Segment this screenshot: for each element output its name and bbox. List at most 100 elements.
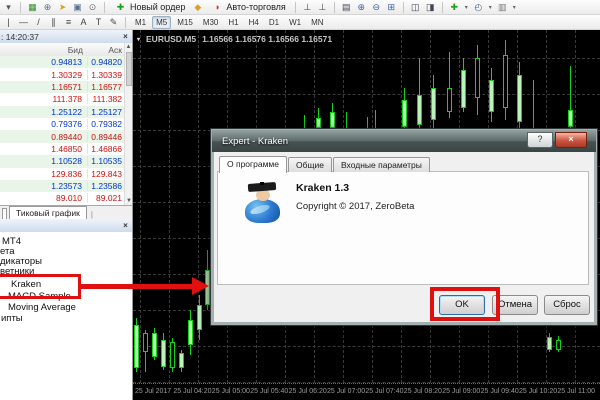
timeframe-d1[interactable]: D1 (265, 16, 283, 29)
channel-icon[interactable]: ∥ (47, 16, 60, 28)
new-order-button[interactable]: ✚Новый ордер (110, 1, 189, 14)
quote-row[interactable]: 89.01089.021 (0, 192, 124, 204)
candle-body (417, 95, 422, 125)
time-axis-label: 25 Jul 07:40 (365, 388, 403, 395)
chart-shift-icon[interactable]: ◫ (409, 1, 422, 13)
drawing-timeframe-toolbar: |—/∥≡AT✎ M1M5M15M30H1H4D1W1MN (0, 15, 600, 30)
horizontal-line-icon[interactable]: — (17, 16, 30, 28)
tab-о-программе[interactable]: О программе (219, 156, 287, 173)
quote-row[interactable]: 1.251221.25127 (0, 106, 124, 118)
shapes-dropdown-icon[interactable]: ✎ (107, 16, 120, 28)
trendline-icon[interactable]: / (32, 16, 45, 28)
toolbar-separator (104, 2, 105, 13)
bid-column-header[interactable]: Бид (0, 45, 88, 55)
product-name: Kraken 1.3 (296, 182, 349, 194)
scrollbar-thumb[interactable] (126, 52, 132, 86)
text-label-icon[interactable]: T (92, 16, 105, 28)
toolbar-separator (125, 17, 126, 28)
indicators-dropdown[interactable]: ✚ (448, 1, 461, 13)
timeframe-m5[interactable]: M5 (152, 16, 171, 29)
auto-scroll-icon[interactable]: ◨ (424, 1, 437, 13)
ask-column-header[interactable]: Аск (88, 45, 124, 55)
quote-row[interactable]: 1.235731.23586 (0, 180, 124, 192)
grid-line (133, 94, 600, 95)
barchart-icon[interactable]: ▤ (340, 1, 353, 13)
candle-body (170, 342, 175, 368)
tab-общие[interactable]: Общие (288, 157, 332, 172)
cursor-icon[interactable]: ➤ (56, 1, 69, 13)
candle-body (475, 58, 480, 98)
bid-value: 1.16571 (0, 82, 88, 92)
timeframe-m15[interactable]: M15 (173, 16, 197, 29)
chart-symbol-period: EURUSD.M5 (146, 34, 196, 44)
quote-row[interactable]: 0.948130.94820 (0, 56, 124, 68)
new-chart-icon[interactable]: ▦ (26, 1, 39, 13)
tile-windows-icon[interactable]: ⊞ (385, 1, 398, 13)
timeframe-m30[interactable]: M30 (199, 16, 223, 29)
timeframe-h4[interactable]: H4 (245, 16, 263, 29)
tab-входные-параметры[interactable]: Входные параметры (333, 157, 430, 172)
chevron-down-icon[interactable]: ▾ (511, 4, 518, 11)
dialog-title: Expert - Kraken (222, 136, 288, 147)
ask-value: 111.382 (88, 94, 124, 104)
bid-value: 0.94813 (0, 57, 88, 67)
quote-row[interactable]: 111.378111.382 (0, 93, 124, 105)
quote-row[interactable]: 1.303291.30339 (0, 68, 124, 80)
time-axis-label: 25 Jul 2017 (135, 388, 171, 395)
window-icon[interactable]: ▣ (71, 1, 84, 13)
help-button[interactable]: ? (527, 132, 553, 148)
tab-tick-chart[interactable]: Тиковый график (9, 206, 87, 219)
zoom-out-icon[interactable]: ⊖ (370, 1, 383, 13)
grid-line (133, 346, 600, 347)
tab-symbols-partial[interactable] (2, 208, 7, 219)
chart-menu-caret-icon[interactable]: ▾ (137, 36, 140, 43)
market-watch-scrollbar[interactable]: ▲ ▼ (124, 43, 132, 205)
autotrade-icon: ◑ (210, 1, 223, 13)
quote-row[interactable]: 129.836129.843 (0, 168, 124, 180)
annotation-arrow-head-icon (192, 277, 209, 295)
chevron-down-icon[interactable]: ▾ (487, 4, 494, 11)
close-icon[interactable]: × (121, 32, 130, 41)
timeframe-mn[interactable]: MN (307, 16, 327, 29)
crosshair-icon[interactable]: ⊕ (41, 1, 54, 13)
menu-caret-icon[interactable]: ▾ (2, 1, 15, 13)
about-tab-page: Kraken 1.3 Copyright © 2017, ZeroBeta (217, 171, 589, 285)
chart-window-icon[interactable]: ⊥ (301, 1, 314, 13)
quote-row[interactable]: 1.468501.46866 (0, 143, 124, 155)
time-axis-label: 25 Jul 07:00 (327, 388, 365, 395)
timeframe-h1[interactable]: H1 (224, 16, 242, 29)
market-watch-clock: : 14:20:37 (0, 32, 39, 42)
annotation-box-ok (430, 287, 500, 321)
quote-row[interactable]: 0.894400.89446 (0, 130, 124, 142)
candle-body (179, 353, 184, 368)
templates-dropdown[interactable]: ▥ (496, 1, 509, 13)
candle-body (134, 325, 139, 368)
expert-hat-icon[interactable]: ◆ (191, 1, 204, 13)
text-icon[interactable]: A (77, 16, 90, 28)
close-button[interactable]: × (555, 132, 587, 148)
quote-row[interactable]: 1.105281.10535 (0, 155, 124, 167)
ask-value: 1.16577 (88, 82, 124, 92)
market-watch-header: : 14:20:37 × (0, 30, 132, 44)
timeframe-m1[interactable]: M1 (131, 16, 150, 29)
time-axis-label: 25 Jul 10:20 (519, 388, 557, 395)
candle-body (447, 88, 452, 112)
toolbar-separator (334, 2, 335, 13)
scroll-up-icon[interactable]: ▲ (126, 44, 132, 50)
chevron-down-icon[interactable]: ▾ (463, 4, 470, 11)
chart-profile-icon[interactable]: ⊥ (316, 1, 329, 13)
autotrade-button[interactable]: ◑Авто-торговля (206, 1, 289, 14)
fibonacci-icon[interactable]: ≡ (62, 16, 75, 28)
close-icon[interactable]: × (121, 221, 130, 230)
quote-row[interactable]: 1.165711.16577 (0, 81, 124, 93)
timeframe-w1[interactable]: W1 (285, 16, 305, 29)
periods-dropdown[interactable]: ◴ (472, 1, 485, 13)
vertical-line-icon[interactable]: | (2, 16, 15, 28)
reset-button[interactable]: Сброс (544, 295, 590, 315)
magnifier-icon[interactable]: ⊙ (86, 1, 99, 13)
zoom-in-icon[interactable]: ⊕ (355, 1, 368, 13)
quote-row[interactable]: 0.793760.79382 (0, 118, 124, 130)
ask-value: 0.94820 (88, 57, 124, 67)
mt4-window: ▾▦⊕➤▣⊙✚Новый ордер◆◑Авто-торговля⊥⊥▤⊕⊖⊞◫… (0, 0, 600, 400)
ask-value: 1.23586 (88, 181, 124, 191)
